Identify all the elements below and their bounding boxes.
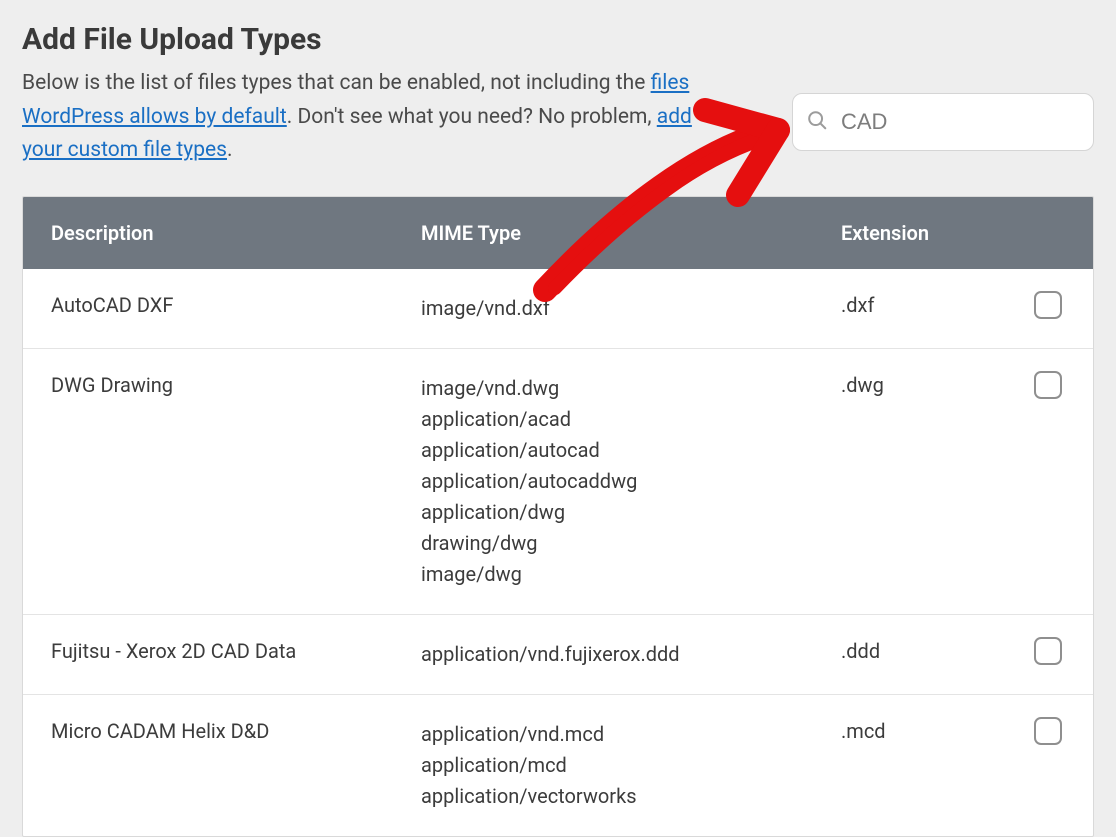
- intro-part1: Below is the list of files types that ca…: [22, 71, 651, 95]
- search-input[interactable]: [792, 93, 1094, 151]
- col-header-description: Description: [23, 197, 393, 269]
- row-checkbox[interactable]: [1034, 291, 1062, 319]
- cell-description: AutoCAD DXF: [23, 269, 393, 341]
- intro-part2: . Don't see what you need? No problem,: [287, 105, 657, 129]
- cell-extension: .mcd: [813, 695, 1003, 767]
- row-checkbox[interactable]: [1034, 371, 1062, 399]
- table-row: Micro CADAM Helix D&D application/vnd.mc…: [23, 694, 1093, 836]
- cell-mime: application/vnd.mcd application/mcd appl…: [393, 695, 813, 836]
- search-field-wrap: [792, 93, 1094, 151]
- search-icon: [806, 109, 828, 135]
- intro-text: Below is the list of files types that ca…: [22, 67, 702, 168]
- cell-description: Fujitsu - Xerox 2D CAD Data: [23, 615, 393, 687]
- cell-extension: .ddd: [813, 615, 1003, 687]
- cell-description: Micro CADAM Helix D&D: [23, 695, 393, 767]
- col-header-checkbox: [1003, 197, 1093, 269]
- row-checkbox[interactable]: [1034, 717, 1062, 745]
- table-header: Description MIME Type Extension: [23, 197, 1093, 269]
- intro-part3: .: [227, 138, 233, 162]
- cell-extension: .dwg: [813, 349, 1003, 421]
- row-checkbox[interactable]: [1034, 637, 1062, 665]
- page-title: Add File Upload Types: [22, 22, 1094, 57]
- cell-mime: image/vnd.dwg application/acad applicati…: [393, 349, 813, 614]
- col-header-mime: MIME Type: [393, 197, 813, 269]
- table-row: AutoCAD DXF image/vnd.dxf .dxf: [23, 269, 1093, 348]
- cell-mime: image/vnd.dxf: [393, 269, 813, 348]
- cell-description: DWG Drawing: [23, 349, 393, 421]
- table-row: Fujitsu - Xerox 2D CAD Data application/…: [23, 614, 1093, 694]
- file-types-table: Description MIME Type Extension AutoCAD …: [22, 196, 1094, 837]
- cell-mime: application/vnd.fujixerox.ddd: [393, 615, 813, 694]
- cell-extension: .dxf: [813, 269, 1003, 341]
- col-header-extension: Extension: [813, 197, 1003, 269]
- table-row: DWG Drawing image/vnd.dwg application/ac…: [23, 348, 1093, 614]
- table-body: AutoCAD DXF image/vnd.dxf .dxf DWG Drawi…: [23, 269, 1093, 836]
